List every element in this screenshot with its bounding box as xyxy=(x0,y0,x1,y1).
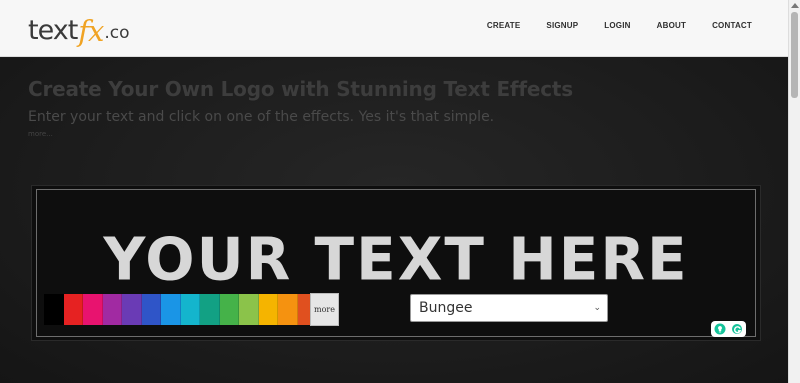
grammarly-icon[interactable] xyxy=(730,322,744,336)
swatch-green[interactable] xyxy=(219,294,239,325)
swatch-red[interactable] xyxy=(63,294,83,325)
logo-fx: fx xyxy=(78,14,104,48)
site-header: text fx .co CREATE SIGNUP LOGIN ABOUT CO… xyxy=(0,0,788,57)
more-colors-button[interactable]: more xyxy=(310,293,339,326)
scroll-up-arrow-icon[interactable] xyxy=(791,3,799,8)
swatch-orange[interactable] xyxy=(278,294,298,325)
hero-section: Create Your Own Logo with Stunning Text … xyxy=(0,58,788,383)
swatch-black[interactable] xyxy=(44,294,64,325)
swatch-purple[interactable] xyxy=(102,294,122,325)
nav-create[interactable]: CREATE xyxy=(487,21,521,30)
page-headline: Create Your Own Logo with Stunning Text … xyxy=(28,77,573,101)
more-link[interactable]: more... xyxy=(28,130,53,138)
logo-domain: .co xyxy=(104,23,130,43)
scroll-thumb[interactable] xyxy=(791,12,798,98)
swatch-light-blue[interactable] xyxy=(161,294,181,325)
page-scrollbar[interactable] xyxy=(788,0,800,383)
logo[interactable]: text fx .co xyxy=(28,12,130,48)
nav-contact[interactable]: CONTACT xyxy=(712,21,752,30)
preview-text[interactable]: YOUR TEXT HERE xyxy=(103,224,688,293)
swatch-cyan[interactable] xyxy=(180,294,200,325)
color-swatches: ✔ xyxy=(44,294,337,325)
swatch-deep-purple[interactable] xyxy=(122,294,142,325)
nav-login[interactable]: LOGIN xyxy=(604,21,630,30)
chevron-down-icon: ⌄ xyxy=(593,303,601,313)
logo-text: text xyxy=(28,15,78,46)
font-select[interactable]: Bungee ⌄ xyxy=(410,294,608,322)
swatch-amber[interactable] xyxy=(258,294,278,325)
grammarly-widget[interactable] xyxy=(711,321,746,337)
lightbulb-icon[interactable] xyxy=(713,322,727,336)
nav-signup[interactable]: SIGNUP xyxy=(546,21,578,30)
swatch-light-green[interactable] xyxy=(239,294,259,325)
grammarly-badge-group xyxy=(711,321,746,337)
swatch-blue[interactable] xyxy=(141,294,161,325)
nav-about[interactable]: ABOUT xyxy=(657,21,686,30)
font-select-value: Bungee xyxy=(419,300,473,316)
main-nav: CREATE SIGNUP LOGIN ABOUT CONTACT xyxy=(487,21,752,30)
page-subheadline: Enter your text and click on one of the … xyxy=(28,109,495,125)
swatch-pink[interactable] xyxy=(83,294,103,325)
swatch-teal[interactable] xyxy=(200,294,220,325)
page: text fx .co CREATE SIGNUP LOGIN ABOUT CO… xyxy=(0,0,788,383)
